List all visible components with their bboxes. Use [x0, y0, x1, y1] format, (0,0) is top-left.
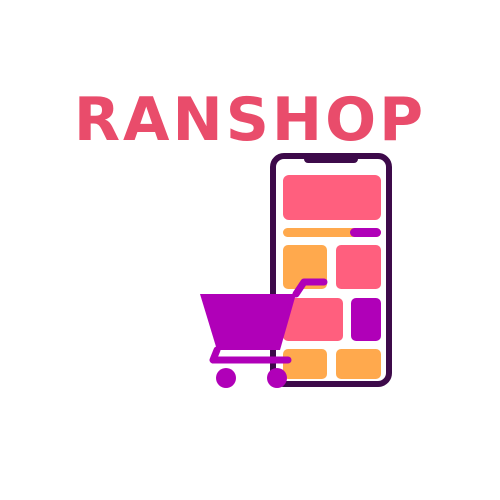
screen-banner: [283, 175, 381, 220]
cart-wheel-right: [267, 368, 287, 388]
smartphone-icon: [270, 153, 392, 387]
logo-canvas: RANSHOP: [0, 0, 500, 500]
cart-wheel-left: [216, 368, 236, 388]
cart-basket: [200, 294, 296, 350]
screen-tile: [351, 298, 381, 341]
screen-progress-accent: [350, 228, 381, 237]
screen-tile: [283, 349, 327, 379]
phone-notch: [304, 153, 358, 163]
smartphone-shopping-cart-icon: [200, 153, 392, 388]
screen-tile: [336, 245, 381, 289]
screen-tile: [336, 349, 381, 379]
